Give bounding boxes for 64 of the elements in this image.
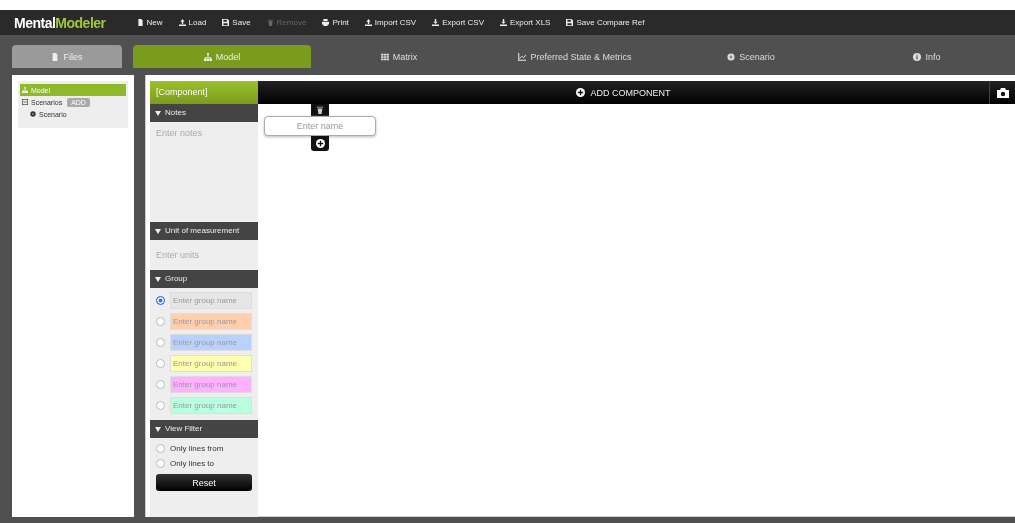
section-header[interactable]: Group <box>150 270 258 288</box>
radio-button[interactable] <box>156 359 165 368</box>
section-header[interactable]: Notes <box>150 104 258 122</box>
floppy-icon <box>566 19 574 26</box>
radio-button[interactable] <box>156 338 165 347</box>
toolbar-button[interactable]: Print <box>315 18 356 27</box>
toolbar-button[interactable]: Save Compare Ref <box>559 18 652 27</box>
toolbar-button[interactable]: Save <box>215 18 258 27</box>
floppy-icon <box>222 19 230 26</box>
group-name-field[interactable]: Enter group name <box>170 313 252 330</box>
tab[interactable]: Scenario <box>663 45 839 68</box>
document-icon <box>51 52 60 61</box>
reset-button[interactable]: Reset <box>156 474 252 491</box>
plus-icon <box>576 88 586 97</box>
tab[interactable]: Info <box>839 45 1015 68</box>
group-name-field[interactable]: Enter group name <box>170 292 252 309</box>
hierarchy-icon <box>22 87 28 93</box>
tab[interactable]: Preferred State & Metrics <box>487 45 663 68</box>
group-name-field[interactable]: Enter group name <box>170 376 252 393</box>
radio-label: Only lines to <box>170 459 215 468</box>
triangle-down-icon <box>155 426 161 432</box>
triangle-down-icon <box>155 228 161 234</box>
radio-button[interactable] <box>156 459 165 468</box>
add-link-button[interactable] <box>311 136 329 151</box>
download-icon <box>499 19 507 26</box>
toolbar-button[interactable]: Load <box>171 18 214 27</box>
radio-button[interactable] <box>156 380 165 389</box>
upload-icon <box>178 19 186 26</box>
radio-button[interactable] <box>156 444 165 453</box>
gear-icon <box>727 52 736 61</box>
app-logo: MentalModeler <box>14 14 106 31</box>
toolbar-button[interactable]: Export CSV <box>425 18 491 27</box>
plus-icon <box>315 139 325 148</box>
radio-button[interactable] <box>156 317 165 326</box>
group-name-field[interactable]: Enter group name <box>170 355 252 372</box>
collapse-icon[interactable] <box>22 99 28 105</box>
download-icon <box>432 19 440 26</box>
delete-node-button[interactable] <box>311 104 329 116</box>
gear-icon <box>30 111 36 117</box>
toolbar-button[interactable]: Import CSV <box>357 18 424 27</box>
triangle-down-icon <box>155 276 161 282</box>
document-icon <box>136 19 144 26</box>
grid-icon <box>380 52 389 61</box>
tab[interactable]: Matrix <box>311 45 487 68</box>
trash-icon <box>266 19 274 26</box>
upload-icon <box>364 19 372 26</box>
hierarchy-icon <box>203 52 212 61</box>
section-header[interactable]: Unit of measurement <box>150 222 258 240</box>
radio-button[interactable] <box>156 296 165 305</box>
toolbar-button[interactable]: New <box>129 18 170 27</box>
section-header[interactable]: View Filter <box>150 420 258 438</box>
triangle-down-icon <box>155 110 161 116</box>
camera-icon <box>996 87 1009 98</box>
radio-button[interactable] <box>156 401 165 410</box>
line-chart-icon <box>518 52 527 61</box>
group-name-field[interactable]: Enter group name <box>170 397 252 414</box>
node-name-field[interactable]: Enter name <box>264 116 376 136</box>
trash-icon <box>316 106 324 114</box>
group-name-field[interactable]: Enter group name <box>170 334 252 351</box>
radio-label: Only lines from <box>170 444 224 453</box>
info-icon <box>913 52 922 61</box>
toolbar-button[interactable]: Export XLS <box>492 18 558 27</box>
printer-icon <box>322 19 330 26</box>
component-title: [Component] <box>150 81 258 104</box>
